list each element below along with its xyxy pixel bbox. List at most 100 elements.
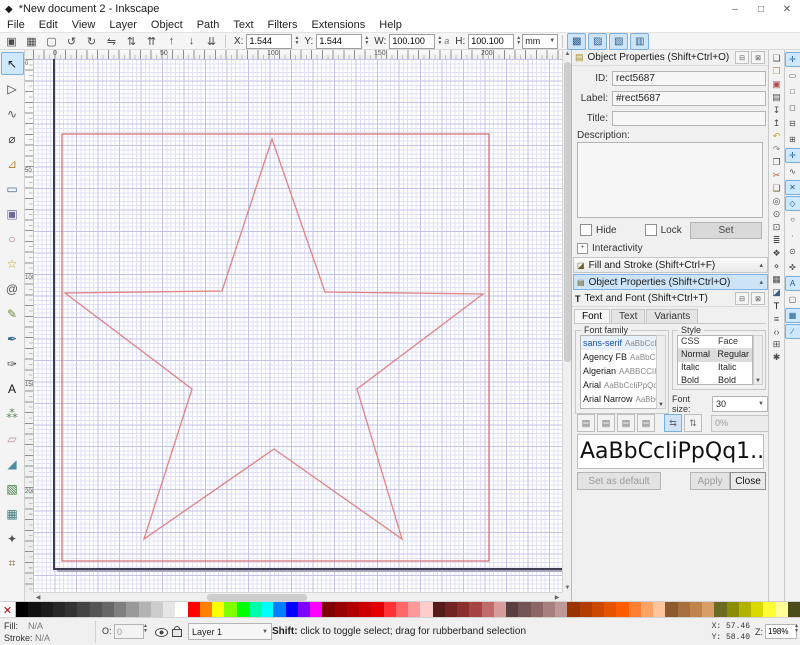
fill-stroke-bar[interactable]: ◪ Fill and Stroke (Shift+Ctrl+F) ▴	[573, 257, 768, 273]
command-button[interactable]: ❒	[770, 65, 784, 78]
command-button[interactable]: ↷	[770, 143, 784, 156]
toolbar-button[interactable]: ⇊	[202, 33, 221, 50]
toolbar-button[interactable]: ↑	[162, 33, 181, 50]
palette-swatch[interactable]	[714, 602, 726, 618]
tool-button[interactable]: ✑	[1, 352, 24, 375]
command-button[interactable]: ❖	[770, 247, 784, 260]
palette-swatch[interactable]	[237, 602, 249, 618]
palette-swatch[interactable]	[751, 602, 763, 618]
width-input[interactable]	[389, 34, 435, 49]
hide-checkbox-group[interactable]: Hide	[580, 224, 617, 236]
interactivity-expander[interactable]: + Interactivity	[577, 243, 643, 254]
tool-button[interactable]: @	[1, 277, 24, 300]
palette-swatch[interactable]	[776, 602, 788, 618]
palette-swatch[interactable]	[90, 602, 102, 618]
snap-button[interactable]: □	[785, 84, 800, 99]
palette-swatch[interactable]	[641, 602, 653, 618]
tool-button[interactable]: ◢	[1, 452, 24, 475]
palette-swatch[interactable]	[727, 602, 739, 618]
label-input[interactable]	[612, 91, 766, 106]
palette-swatch[interactable]	[347, 602, 359, 618]
palette-swatch[interactable]	[65, 602, 77, 618]
canvas-star[interactable]	[65, 139, 483, 539]
palette-swatch[interactable]	[739, 602, 751, 618]
palette-swatch[interactable]	[445, 602, 457, 618]
command-button[interactable]: ✂	[770, 169, 784, 182]
menu-item[interactable]: Object	[144, 19, 190, 31]
toolbar-button[interactable]: ▣	[2, 33, 21, 50]
menu-item[interactable]: Filters	[261, 19, 305, 31]
command-button[interactable]: ⋄	[770, 260, 784, 273]
palette-swatch[interactable]	[249, 602, 261, 618]
font-family-list[interactable]: sans-serif AaBbCcIiPp Agency FB AaBbCcIi…	[580, 335, 658, 409]
snap-button[interactable]: ▭	[785, 68, 800, 83]
toolbar-button[interactable]: ▦	[22, 33, 41, 50]
palette-swatch[interactable]	[175, 602, 187, 618]
id-input[interactable]	[612, 71, 766, 86]
units-dropdown[interactable]: mm▼	[522, 34, 558, 49]
transform-toggle-button[interactable]: ▧	[609, 33, 628, 50]
minimize-button[interactable]: –	[722, 0, 748, 18]
palette-swatch[interactable]	[653, 602, 665, 618]
vertical-ruler[interactable]: 050100150200	[25, 59, 33, 592]
vertical-scroll-thumb[interactable]	[564, 62, 571, 362]
palette-swatch[interactable]	[151, 602, 163, 618]
dock-close-button[interactable]: ⊠	[751, 51, 765, 64]
palette-swatch[interactable]	[224, 602, 236, 618]
palette-swatch[interactable]	[665, 602, 677, 618]
tool-button[interactable]: ▦	[1, 502, 24, 525]
palette-swatch[interactable]	[41, 602, 53, 618]
expand-plus-icon[interactable]: +	[577, 243, 588, 254]
set-as-default-button[interactable]: Set as default	[577, 472, 661, 490]
lock-checkbox-group[interactable]: Lock	[645, 224, 682, 236]
command-button[interactable]: ⊡	[770, 221, 784, 234]
command-button[interactable]: ◪	[770, 286, 784, 299]
palette-swatch[interactable]	[77, 602, 89, 618]
collapse-arrow-icon[interactable]: ▴	[759, 261, 763, 269]
palette-swatch[interactable]	[690, 602, 702, 618]
palette-swatch[interactable]	[298, 602, 310, 618]
no-color-swatch[interactable]: ✕	[0, 602, 16, 618]
tool-button[interactable]: ∿	[1, 102, 24, 125]
palette-swatch[interactable]	[16, 602, 28, 618]
command-button[interactable]: T	[770, 299, 784, 312]
snap-button[interactable]: ▢	[785, 292, 800, 307]
style-list-scrollbar[interactable]: ▼	[753, 335, 763, 385]
palette-swatch[interactable]	[139, 602, 151, 618]
snap-button[interactable]: ✜	[785, 260, 800, 275]
w-spinner[interactable]: ▲▼	[437, 36, 442, 46]
palette-swatch[interactable]	[469, 602, 481, 618]
tool-button[interactable]: ▭	[1, 177, 24, 200]
palette-swatch[interactable]	[629, 602, 641, 618]
height-input[interactable]	[468, 34, 514, 49]
set-button[interactable]: Set	[690, 222, 762, 239]
snap-button[interactable]: ∙	[785, 228, 800, 243]
palette-swatch[interactable]	[322, 602, 334, 618]
drawing-canvas[interactable]	[33, 59, 562, 592]
menu-item[interactable]: Extensions	[304, 19, 372, 31]
snap-button[interactable]: ◇	[785, 196, 800, 211]
tool-button[interactable]: ⊿	[1, 152, 24, 175]
style-list-row[interactable]: Bold Bold	[678, 375, 752, 388]
command-button[interactable]: ≡	[770, 312, 784, 325]
style-list-row[interactable]: Normal Regular	[678, 349, 752, 362]
scroll-right-arrow[interactable]: ▶	[554, 594, 560, 601]
palette-swatch[interactable]	[273, 602, 285, 618]
orientation-button[interactable]: ⇅	[684, 414, 702, 432]
title-input[interactable]	[612, 111, 766, 126]
snap-button[interactable]: ◻	[785, 100, 800, 115]
font-list-item[interactable]: Algerian AABBCCIIPP	[581, 364, 657, 378]
opacity-spinner[interactable]: ▲▼	[143, 624, 148, 634]
tool-button[interactable]: ○	[1, 227, 24, 250]
snap-button[interactable]: ✛	[785, 52, 800, 67]
toolbar-button[interactable]: ⇈	[142, 33, 161, 50]
palette-swatch[interactable]	[678, 602, 690, 618]
snap-button[interactable]: ✛	[785, 148, 800, 163]
palette-swatch[interactable]	[567, 602, 579, 618]
apply-button[interactable]: Apply	[690, 472, 730, 490]
menu-item[interactable]: Edit	[32, 19, 65, 31]
layer-visibility-eye-icon[interactable]	[155, 628, 168, 637]
command-button[interactable]: ↶	[770, 130, 784, 143]
layer-lock-icon[interactable]	[172, 629, 182, 637]
palette-swatch[interactable]	[310, 602, 322, 618]
